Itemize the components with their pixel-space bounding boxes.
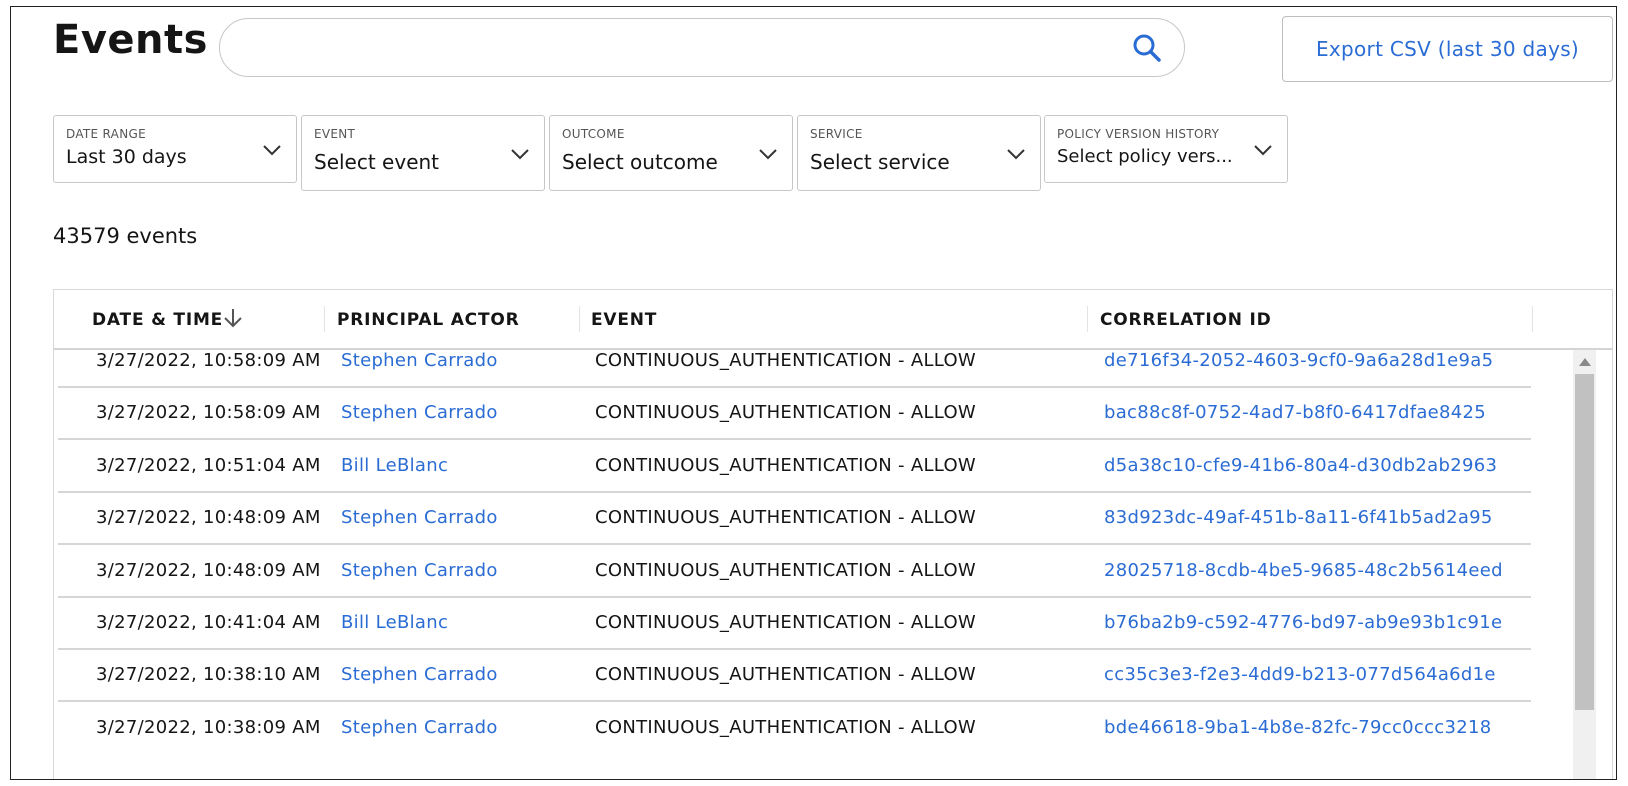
filter-label: EVENT	[314, 127, 356, 141]
search-input[interactable]	[219, 18, 1185, 77]
cell-date-time: 3/27/2022, 10:48:09 AM	[96, 560, 321, 581]
cell-date-time: 3/27/2022, 10:41:04 AM	[96, 612, 321, 633]
filter-value: Select service	[810, 150, 950, 174]
cell-correlation-id-link[interactable]: b76ba2b9-c592-4776-bd97-ab9e93b1c91e	[1104, 612, 1502, 633]
cell-event: CONTINUOUS_AUTHENTICATION - ALLOW	[595, 507, 977, 528]
column-header-date-time[interactable]: DATE & TIME	[92, 310, 223, 330]
chevron-down-icon	[1254, 145, 1272, 156]
search-icon[interactable]	[1132, 33, 1162, 63]
chevron-down-icon	[263, 145, 281, 156]
table-row[interactable]: 3/27/2022, 10:58:09 AM Stephen Carrado C…	[58, 335, 1531, 388]
column-divider[interactable]	[579, 306, 580, 332]
column-header-correlation-id[interactable]: CORRELATION ID	[1100, 310, 1272, 330]
page-title: Events	[53, 17, 208, 63]
cell-correlation-id-link[interactable]: 83d923dc-49af-451b-8a11-6f41b5ad2a95	[1104, 507, 1493, 528]
filter-value: Select outcome	[562, 150, 718, 174]
filter-value: Select policy vers...	[1057, 146, 1233, 167]
table-row[interactable]: 3/27/2022, 10:48:09 AM Stephen Carrado C…	[58, 492, 1531, 545]
cell-event: CONTINUOUS_AUTHENTICATION - ALLOW	[595, 560, 977, 581]
scroll-up-arrow-icon[interactable]	[1579, 358, 1591, 366]
filter-event[interactable]: EVENT Select event	[301, 115, 545, 191]
column-divider[interactable]	[1532, 306, 1533, 332]
column-header-principal-actor[interactable]: PRINCIPAL ACTOR	[337, 310, 519, 330]
cell-principal-actor-link[interactable]: Bill LeBlanc	[341, 612, 448, 633]
table-row[interactable]: 3/27/2022, 10:38:10 AM Stephen Carrado C…	[58, 649, 1531, 702]
filter-label: POLICY VERSION HISTORY	[1057, 127, 1220, 141]
cell-event: CONTINUOUS_AUTHENTICATION - ALLOW	[595, 455, 977, 476]
cell-principal-actor-link[interactable]: Stephen Carrado	[341, 402, 498, 423]
event-count: 43579 events	[53, 224, 198, 248]
cell-date-time: 3/27/2022, 10:58:09 AM	[96, 402, 321, 423]
filter-label: DATE RANGE	[66, 127, 146, 141]
cell-principal-actor-link[interactable]: Stephen Carrado	[341, 350, 498, 371]
cell-correlation-id-link[interactable]: cc35c3e3-f2e3-4dd9-b213-077d564a6d1e	[1104, 664, 1496, 685]
arrow-down-icon[interactable]	[222, 306, 244, 330]
events-page: Events Export CSV (last 30 days) DATE RA…	[10, 6, 1617, 780]
chevron-down-icon	[759, 149, 777, 160]
cell-event: CONTINUOUS_AUTHENTICATION - ALLOW	[595, 664, 977, 685]
filter-value: Last 30 days	[66, 146, 187, 168]
cell-correlation-id-link[interactable]: bde46618-9ba1-4b8e-82fc-79cc0ccc3218	[1104, 717, 1492, 738]
filter-label: OUTCOME	[562, 127, 625, 141]
column-header-event[interactable]: EVENT	[591, 310, 657, 330]
table-row[interactable]: 3/27/2022, 10:38:09 AM Stephen Carrado C…	[58, 702, 1531, 755]
cell-event: CONTINUOUS_AUTHENTICATION - ALLOW	[595, 350, 977, 371]
cell-date-time: 3/27/2022, 10:48:09 AM	[96, 507, 321, 528]
chevron-down-icon	[511, 149, 529, 160]
filter-outcome[interactable]: OUTCOME Select outcome	[549, 115, 793, 191]
cell-principal-actor-link[interactable]: Stephen Carrado	[341, 717, 498, 738]
cell-correlation-id-link[interactable]: de716f34-2052-4603-9cf0-9a6a28d1e9a5	[1104, 350, 1493, 371]
cell-date-time: 3/27/2022, 10:38:09 AM	[96, 717, 321, 738]
cell-principal-actor-link[interactable]: Stephen Carrado	[341, 507, 498, 528]
cell-correlation-id-link[interactable]: 28025718-8cdb-4be5-9685-48c2b5614eed	[1104, 560, 1503, 581]
chevron-down-icon	[1007, 149, 1025, 160]
filter-service[interactable]: SERVICE Select service	[797, 115, 1041, 191]
scrollbar-thumb[interactable]	[1575, 374, 1594, 710]
cell-correlation-id-link[interactable]: d5a38c10-cfe9-41b6-80a4-d30db2ab2963	[1104, 455, 1497, 476]
table-row[interactable]: 3/27/2022, 10:51:04 AM Bill LeBlanc CONT…	[58, 440, 1531, 493]
cell-date-time: 3/27/2022, 10:58:09 AM	[96, 350, 321, 371]
table-row[interactable]: 3/27/2022, 10:58:09 AM Stephen Carrado C…	[58, 387, 1531, 440]
cell-correlation-id-link[interactable]: bac88c8f-0752-4ad7-b8f0-6417dfae8425	[1104, 402, 1486, 423]
export-csv-button[interactable]: Export CSV (last 30 days)	[1282, 16, 1613, 82]
cell-principal-actor-link[interactable]: Bill LeBlanc	[341, 455, 448, 476]
cell-principal-actor-link[interactable]: Stephen Carrado	[341, 664, 498, 685]
cell-event: CONTINUOUS_AUTHENTICATION - ALLOW	[595, 402, 977, 423]
vertical-scrollbar[interactable]	[1573, 350, 1596, 779]
table-row[interactable]: 3/27/2022, 10:48:09 AM Stephen Carrado C…	[58, 545, 1531, 598]
events-table: DATE & TIME PRINCIPAL ACTOR EVENT CORREL…	[53, 289, 1613, 779]
filter-date-range[interactable]: DATE RANGE Last 30 days	[53, 115, 297, 183]
filter-value: Select event	[314, 150, 440, 174]
cell-event: CONTINUOUS_AUTHENTICATION - ALLOW	[595, 717, 977, 738]
filter-policy-version-history[interactable]: POLICY VERSION HISTORY Select policy ver…	[1044, 115, 1288, 183]
filter-label: SERVICE	[810, 127, 863, 141]
column-divider[interactable]	[1087, 306, 1088, 332]
table-row[interactable]: 3/27/2022, 10:41:04 AM Bill LeBlanc CONT…	[58, 597, 1531, 650]
cell-principal-actor-link[interactable]: Stephen Carrado	[341, 560, 498, 581]
cell-event: CONTINUOUS_AUTHENTICATION - ALLOW	[595, 612, 977, 633]
cell-date-time: 3/27/2022, 10:38:10 AM	[96, 664, 321, 685]
column-divider[interactable]	[324, 306, 325, 332]
cell-date-time: 3/27/2022, 10:51:04 AM	[96, 455, 321, 476]
